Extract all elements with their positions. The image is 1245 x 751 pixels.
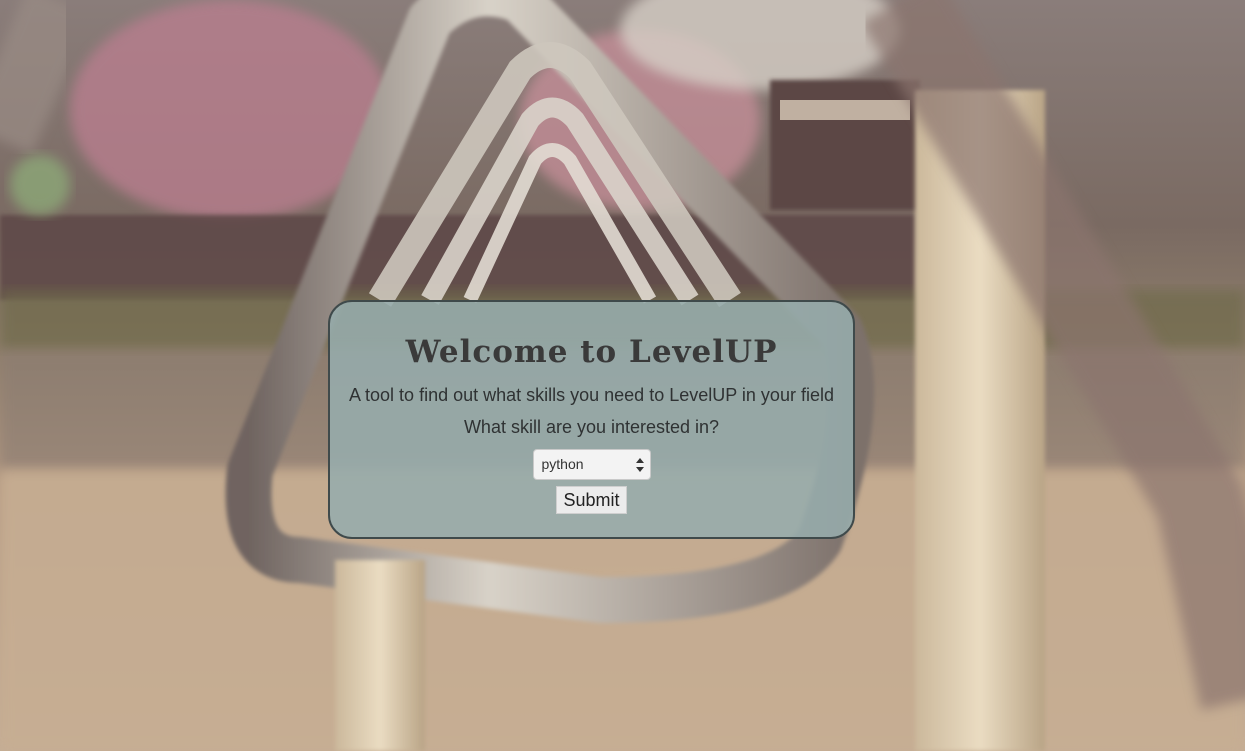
welcome-card: Welcome to LevelUP A tool to find out wh… [328,300,855,539]
skill-question-label: What skill are you interested in? [463,417,720,437]
tagline-text: A tool to find out what skills you need … [349,385,834,405]
skill-select[interactable]: python [532,449,651,480]
select-arrows-icon [635,457,644,473]
submit-button[interactable]: Submit [556,486,627,514]
page-title: Welcome to LevelUP [405,334,778,370]
skill-select-value: python [541,456,584,472]
